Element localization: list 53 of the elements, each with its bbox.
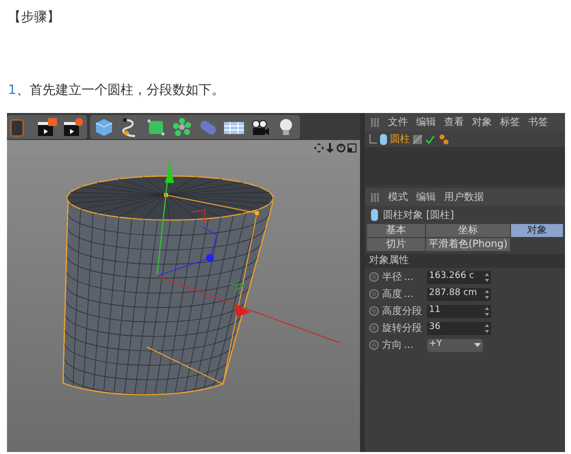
spinner-icon — [485, 306, 489, 316]
spinner-icon — [485, 324, 489, 332]
param-label: 高度 — [382, 288, 402, 302]
menu-item[interactable]: 标签 — [500, 114, 520, 130]
step-text: 、首先建立一个圆柱，分段数如下。 — [16, 83, 224, 98]
dropdown[interactable]: +Y — [427, 338, 483, 352]
tag-icon[interactable] — [438, 134, 450, 144]
tab[interactable]: 切片 — [367, 238, 425, 251]
maximize-icon[interactable] — [347, 142, 357, 152]
move-icon[interactable] — [314, 142, 324, 152]
tab[interactable]: 基本 — [367, 224, 425, 237]
menu-item[interactable]: 编辑 — [416, 114, 436, 130]
heading: 【步骤】 — [8, 9, 61, 27]
param-label: 方向 — [382, 338, 402, 352]
step-number: 1 — [8, 83, 16, 98]
tab[interactable]: 坐标 — [426, 224, 510, 237]
leader-dots: ... — [404, 338, 414, 352]
arrow-down-icon[interactable] — [325, 142, 335, 152]
tab[interactable]: 对象 — [511, 224, 563, 237]
grip-icon[interactable] — [371, 118, 380, 126]
cylinder-icon — [371, 209, 378, 221]
cluster-icon[interactable] — [170, 116, 194, 138]
layer-icon[interactable] — [413, 134, 422, 144]
number-field[interactable]: 36 — [427, 322, 491, 334]
clapperboard-icon[interactable] — [61, 116, 85, 138]
number-field[interactable]: 11 — [427, 304, 491, 318]
param-label: 旋转分段 — [382, 322, 422, 336]
param-label: 半径 — [382, 270, 402, 284]
menu-item[interactable]: 编辑 — [416, 190, 436, 204]
menu-item[interactable]: 书签 — [528, 114, 548, 130]
number-field[interactable]: 163.266 c — [427, 270, 491, 284]
menu-item[interactable]: 模式 — [388, 190, 408, 204]
grip-icon[interactable] — [371, 192, 380, 202]
tree-line-icon — [369, 134, 377, 144]
menu-item[interactable]: 对象 — [472, 114, 492, 130]
object-title: 圆柱对象 [圆柱] — [383, 208, 454, 222]
leader-dots: ... — [404, 288, 414, 302]
caret-icon — [474, 343, 481, 347]
leader-dots: ... — [404, 270, 414, 284]
cylinder-icon — [380, 134, 387, 144]
tab[interactable]: 平滑着色(Phong) — [426, 238, 510, 251]
number-field[interactable]: 287.88 cm — [427, 288, 491, 300]
object-name[interactable]: 圆柱 — [390, 132, 410, 146]
clapperboard-icon[interactable] — [35, 116, 59, 138]
section-header: 对象属性 — [365, 254, 565, 268]
check-icon[interactable] — [425, 134, 435, 144]
spinner-icon — [485, 272, 489, 282]
spinner-icon — [485, 290, 489, 298]
menu-item[interactable]: 查看 — [444, 114, 464, 130]
menu-item[interactable]: 文件 — [388, 114, 408, 130]
rotate-icon[interactable] — [336, 142, 346, 152]
param-label: 高度分段 — [382, 304, 422, 318]
menu-item[interactable]: 用户数据 — [444, 190, 484, 204]
